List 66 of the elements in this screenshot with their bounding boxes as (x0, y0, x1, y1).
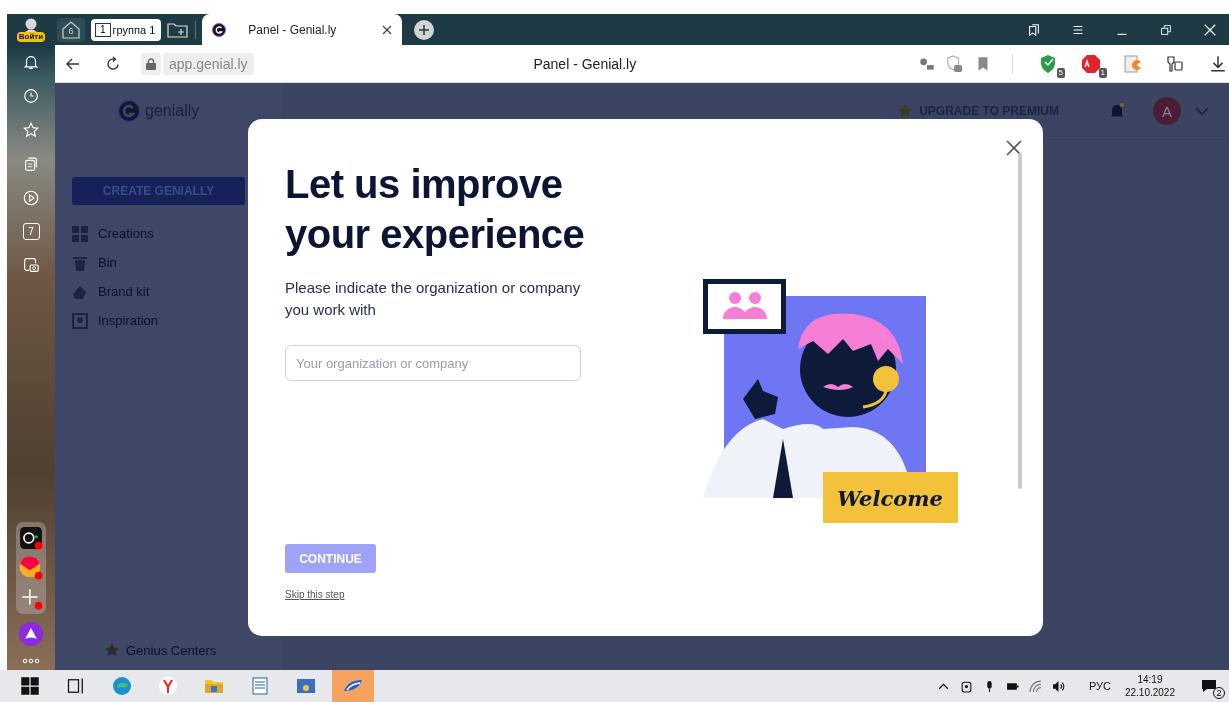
document-icon[interactable] (250, 676, 270, 696)
new-group-icon[interactable] (167, 20, 190, 39)
reload-icon[interactable] (105, 55, 121, 72)
language-indicator[interactable]: РУС (1088, 680, 1111, 692)
play-icon[interactable] (22, 189, 40, 207)
tab-count: 6 (68, 25, 74, 36)
shield-icon[interactable] (946, 54, 964, 73)
image-viewer-icon[interactable] (296, 676, 316, 696)
camera-icon[interactable] (959, 679, 973, 693)
star-icon (897, 103, 914, 119)
clock[interactable]: 14:19 22.10.2022 (1124, 673, 1175, 699)
notification-count: 2 (1213, 687, 1225, 699)
welcome-label: Welcome (837, 486, 943, 511)
star-icon (104, 642, 120, 658)
star-icon[interactable] (22, 121, 40, 139)
dialog-subtitle: Please indicate the organization or company you work with (285, 278, 582, 320)
profile-button[interactable]: Войти (16, 14, 46, 45)
lock-button[interactable] (141, 52, 161, 75)
lock-icon (146, 57, 156, 70)
start-icon[interactable] (20, 676, 40, 696)
address-field[interactable]: app.genial.ly (163, 52, 254, 75)
extension-badge: 5 (1056, 67, 1065, 78)
task-view-icon[interactable] (66, 676, 86, 696)
calendar-button[interactable]: 7 (22, 223, 40, 240)
avatar[interactable]: A (1153, 97, 1181, 125)
camera-app-icon[interactable] (19, 526, 43, 550)
organization-input[interactable]: Your organization or company (285, 345, 581, 381)
collections-icon[interactable] (22, 155, 40, 173)
page-title: Panel - Genial.ly (532, 55, 638, 72)
stop-sign-icon (1081, 53, 1101, 74)
scrollbar[interactable] (1018, 153, 1022, 489)
edge-icon[interactable] (112, 676, 132, 696)
grid-icon (72, 225, 88, 242)
trash-icon (72, 254, 88, 271)
bell-icon[interactable] (22, 53, 40, 71)
speaker-icon[interactable] (1051, 679, 1065, 693)
wifi-icon[interactable] (1028, 679, 1042, 693)
clock-icon[interactable] (22, 87, 40, 105)
group-number: 1 (95, 22, 111, 37)
download-icon[interactable] (1209, 54, 1227, 73)
pacman-icon (1123, 53, 1143, 74)
login-label: Войти (16, 31, 46, 42)
app-icon (342, 678, 364, 694)
close-icon[interactable] (1006, 140, 1022, 156)
new-tab-icon[interactable] (414, 19, 435, 40)
group-label: группа 1 (112, 23, 156, 36)
screenshot-icon[interactable] (22, 256, 40, 274)
picture-frame-icon (72, 312, 88, 329)
more-icon[interactable] (21, 658, 41, 664)
site-logo-icon (212, 22, 227, 37)
browser-tab[interactable]: Panel - Genial.ly (202, 14, 403, 45)
tab-group[interactable]: 1 группа 1 (91, 18, 162, 41)
tab-title: Panel - Genial.ly (248, 22, 338, 37)
close-icon[interactable] (382, 24, 393, 35)
assistant-icon[interactable] (19, 622, 43, 646)
restore-icon[interactable] (1159, 22, 1173, 37)
logo-icon (117, 99, 141, 123)
taskbar-app-button[interactable] (332, 670, 374, 702)
house-icon (61, 20, 81, 39)
dialog-title: Let us improve your experience (285, 161, 586, 258)
add-icon[interactable] (19, 586, 43, 610)
bookmarks-icon[interactable] (1027, 22, 1041, 37)
home-tab[interactable]: 6 (57, 17, 85, 42)
skip-link[interactable]: Skip this step (285, 589, 345, 600)
message-icon (1201, 678, 1217, 694)
extension-badge: 1 (1098, 67, 1107, 78)
